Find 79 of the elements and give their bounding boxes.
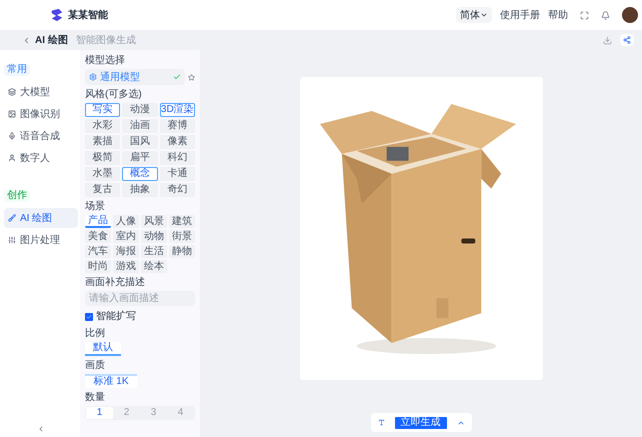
style-option[interactable]: 极简 <box>85 151 120 165</box>
scene-option[interactable]: 街景 <box>169 230 195 243</box>
group-badge: 创作 <box>4 190 30 202</box>
scene-option[interactable]: 美食 <box>85 230 111 243</box>
scene-option[interactable]: 建筑 <box>169 215 195 228</box>
scene-option[interactable]: 海报 <box>113 245 139 258</box>
check-icon <box>173 73 181 81</box>
generate-button[interactable]: 立即生成 <box>394 416 446 428</box>
header-link[interactable]: 帮助 <box>548 8 568 22</box>
brand-name: 某某智能 <box>68 8 108 22</box>
count-option[interactable]: 1 <box>86 407 113 419</box>
style-option[interactable]: 水彩 <box>85 119 120 133</box>
layers-icon <box>8 88 16 96</box>
scene-option[interactable]: 汽车 <box>85 245 111 258</box>
style-option[interactable]: 国风 <box>122 135 158 149</box>
header-link[interactable]: 使用手册 <box>500 8 540 22</box>
style-option[interactable]: 写实 <box>85 103 120 117</box>
text-icon[interactable] <box>378 419 384 426</box>
language-select[interactable]: 简体 <box>456 7 492 23</box>
scene-option[interactable]: 游戏 <box>113 260 139 273</box>
scene-option[interactable]: 绘本 <box>141 260 167 273</box>
brush-icon <box>8 214 16 222</box>
field-label: 画面补充描述 <box>85 278 145 288</box>
logo-icon <box>50 8 64 22</box>
collapse-icon[interactable] <box>37 425 45 433</box>
page-subtitle: 智能图像生成 <box>76 34 136 48</box>
style-option[interactable]: 抽象 <box>122 183 158 197</box>
prompt-field[interactable]: 请输入画面描述 <box>85 291 195 306</box>
scene-option[interactable]: 静物 <box>169 245 195 258</box>
user-icon <box>8 154 16 162</box>
scene-option[interactable]: 时尚 <box>85 260 111 273</box>
style-option[interactable]: 复古 <box>85 183 120 197</box>
check-icon <box>86 314 92 320</box>
expand-checkbox[interactable]: 智能扩写 <box>85 309 136 324</box>
field-label: 场景 <box>85 202 105 212</box>
scene-option[interactable]: 生活 <box>141 245 167 258</box>
style-option[interactable]: 扁平 <box>122 151 158 165</box>
style-option[interactable]: 动漫 <box>122 103 158 117</box>
scene-option[interactable]: 风景 <box>141 215 167 228</box>
favorite-icon[interactable] <box>188 74 195 80</box>
scene-option[interactable]: 动物 <box>141 230 167 243</box>
style-option[interactable]: 概念 <box>122 167 158 181</box>
bell-icon[interactable] <box>601 10 610 20</box>
style-option[interactable]: 奇幻 <box>160 183 195 197</box>
style-option[interactable]: 卡通 <box>160 167 195 181</box>
sidebar-item[interactable]: 图像识别 <box>4 104 78 124</box>
back-icon[interactable] <box>22 36 31 44</box>
style-option[interactable]: 科幻 <box>160 151 195 165</box>
sidebar-item[interactable]: 图片处理 <box>4 230 78 250</box>
fullscreen-icon[interactable] <box>580 10 589 20</box>
field-label: 模型选择 <box>85 56 125 66</box>
image-icon <box>8 110 16 118</box>
sidebar-item[interactable]: AI 绘图 <box>4 208 78 228</box>
style-option[interactable]: 赛博 <box>160 119 195 133</box>
scene-option[interactable]: 人像 <box>113 215 139 228</box>
style-option[interactable]: 像素 <box>160 135 195 149</box>
microphone-icon <box>8 132 16 140</box>
field-label: 比例 <box>85 329 105 339</box>
sidebar-item[interactable]: 数字人 <box>4 148 78 168</box>
quality-button[interactable]: 标准 1K <box>85 374 137 388</box>
group-badge: 常用 <box>4 64 30 76</box>
sidebar-item[interactable]: 语音合成 <box>4 126 78 146</box>
style-option[interactable]: 3D渲染 <box>160 103 195 117</box>
sidebar-item[interactable]: 大模型 <box>4 82 78 102</box>
share-button[interactable] <box>620 34 634 46</box>
scene-option[interactable]: 产品 <box>85 215 111 228</box>
field-label: 画质 <box>85 361 105 371</box>
page-title: AI 绘图 <box>35 34 68 48</box>
style-option[interactable]: 素描 <box>85 135 120 149</box>
gear-icon <box>89 73 97 81</box>
field-label: 风格(可多选) <box>85 90 142 100</box>
avatar[interactable] <box>622 7 638 23</box>
style-option[interactable]: 水墨 <box>85 167 120 181</box>
ratio-tab[interactable]: 默认 <box>85 342 121 356</box>
scene-option[interactable]: 室内 <box>113 230 139 243</box>
style-option[interactable]: 油画 <box>122 119 158 133</box>
chevron-down-icon <box>480 11 488 19</box>
field-label: 数量 <box>85 393 105 403</box>
sliders-icon <box>8 236 16 244</box>
